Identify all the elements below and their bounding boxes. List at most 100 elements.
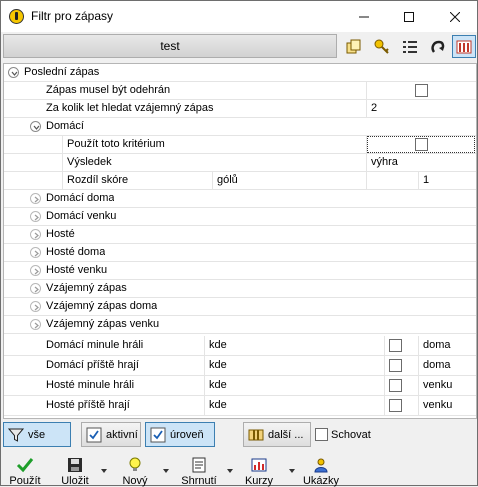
more-label: další ... xyxy=(268,428,304,441)
criterion-value[interactable]: doma xyxy=(418,356,476,376)
odds-dropdown-arrow-icon[interactable] xyxy=(289,469,295,473)
title-bar: Filtr pro zápasy xyxy=(1,1,477,32)
expand-right-icon[interactable] xyxy=(30,229,41,240)
summary-label: Shrnutí xyxy=(181,475,217,487)
criterion-label: Zápas musel být odehrán xyxy=(46,84,171,96)
new-button[interactable]: Nový xyxy=(117,451,153,487)
criterion-value[interactable]: doma xyxy=(418,336,476,356)
group-label: Hosté xyxy=(46,228,75,240)
expand-right-icon[interactable] xyxy=(30,283,41,294)
criterion-mode[interactable]: kde xyxy=(204,356,384,376)
expand-down-icon[interactable] xyxy=(30,121,41,132)
criterion-unit: gólů xyxy=(212,172,366,190)
save-dropdown-arrow-icon[interactable] xyxy=(101,469,107,473)
show-all-button[interactable]: vše xyxy=(3,422,71,447)
group-label: Vzájemný zápas doma xyxy=(46,300,158,312)
tree-group-domaci[interactable]: Domácí xyxy=(4,118,476,136)
tree-group-collapsed[interactable]: Vzájemný zápas doma xyxy=(4,298,476,316)
columns-icon xyxy=(248,429,264,440)
group-label: Domácí doma xyxy=(46,192,115,204)
criterion-checkbox[interactable] xyxy=(415,84,428,97)
list-settings-icon[interactable] xyxy=(398,35,422,58)
hide-label: Schovat xyxy=(331,428,371,441)
hide-checkbox[interactable] xyxy=(315,428,328,441)
minimize-button[interactable] xyxy=(341,1,386,32)
tree-group-collapsed[interactable]: Domácí doma xyxy=(4,190,476,208)
save-button[interactable]: Uložit xyxy=(57,451,93,487)
filter-bar: vše aktivní úroveň další ... Schovat xyxy=(3,422,477,448)
expand-right-icon[interactable] xyxy=(30,319,41,330)
tree-group-collapsed[interactable]: Domácí venku xyxy=(4,208,476,226)
copy-icon[interactable] xyxy=(342,35,366,58)
odds-button[interactable]: Kurzy xyxy=(241,451,277,487)
criterion-spacer xyxy=(366,172,418,190)
criterion-value[interactable]: venku xyxy=(418,396,476,416)
apply-label: Použít xyxy=(9,475,41,487)
criterion-label: Hosté minule hráli xyxy=(46,379,135,391)
criterion-checkbox[interactable] xyxy=(389,359,402,372)
checkbox-list-icon xyxy=(150,427,166,442)
show-all-label: vše xyxy=(28,428,46,441)
criterion-value[interactable]: venku xyxy=(418,376,476,396)
apply-button[interactable]: Použít xyxy=(7,451,43,487)
tree-group-collapsed[interactable]: Hosté venku xyxy=(4,262,476,280)
group-label: Poslední zápas xyxy=(24,66,100,78)
key-icon[interactable] xyxy=(370,35,394,58)
summary-button[interactable]: Shrnutí xyxy=(177,451,221,487)
criterion-value-cell[interactable] xyxy=(384,356,418,376)
tree-row: Rozdíl skóre gólů 1 xyxy=(4,172,476,190)
odds-chart-icon xyxy=(251,455,267,475)
samples-button[interactable]: Ukázky xyxy=(301,451,341,487)
criterion-value[interactable]: 2 xyxy=(366,100,476,118)
criterion-checkbox[interactable] xyxy=(389,339,402,352)
expand-right-icon[interactable] xyxy=(30,247,41,258)
summary-dropdown-arrow-icon[interactable] xyxy=(227,469,233,473)
checkbox-icon xyxy=(86,427,102,442)
app-icon xyxy=(9,9,24,24)
hide-option[interactable]: Schovat xyxy=(315,428,371,441)
use-criterion-checkbox[interactable] xyxy=(415,138,428,151)
tree-group-collapsed[interactable]: Hosté xyxy=(4,226,476,244)
criterion-mode[interactable]: kde xyxy=(204,396,384,416)
criterion-label: Domácí příště hrají xyxy=(46,359,139,371)
criterion-value[interactable]: 1 xyxy=(418,172,476,190)
save-label: Uložit xyxy=(61,475,89,487)
tree-group-collapsed[interactable]: Vzájemný zápas venku xyxy=(4,316,476,334)
tree-group-collapsed[interactable]: Hosté doma xyxy=(4,244,476,262)
criteria-tree: Poslední zápas Zápas musel být odehrán Z… xyxy=(3,63,477,419)
show-active-button[interactable]: aktivní xyxy=(81,422,141,447)
expand-right-icon[interactable] xyxy=(30,301,41,312)
show-level-button[interactable]: úroveň xyxy=(145,422,215,447)
expand-down-icon[interactable] xyxy=(8,67,19,78)
criterion-label: Rozdíl skóre xyxy=(62,172,212,190)
criterion-value-cell[interactable] xyxy=(384,336,418,356)
criterion-value-cell[interactable] xyxy=(366,82,476,100)
floppy-disk-icon xyxy=(67,455,83,475)
toolbar: test xyxy=(3,34,477,59)
columns-icon[interactable] xyxy=(452,35,476,58)
new-dropdown-arrow-icon[interactable] xyxy=(163,469,169,473)
criterion-checkbox[interactable] xyxy=(389,379,402,392)
criterion-value-cell[interactable] xyxy=(384,396,418,416)
tree-group-collapsed[interactable]: Vzájemný zápas xyxy=(4,280,476,298)
checkmark-icon xyxy=(16,455,34,475)
profile-button[interactable]: test xyxy=(3,34,337,58)
criterion-value-cell[interactable] xyxy=(384,376,418,396)
expand-right-icon[interactable] xyxy=(30,265,41,276)
maximize-button[interactable] xyxy=(386,1,431,32)
group-label: Vzájemný zápas xyxy=(46,282,127,294)
criterion-mode[interactable]: kde xyxy=(204,376,384,396)
redo-arrow-icon[interactable] xyxy=(426,35,450,58)
criterion-value-cell[interactable] xyxy=(366,136,476,154)
criterion-value[interactable]: výhra xyxy=(366,154,476,172)
tree-group-root[interactable]: Poslední zápas xyxy=(4,64,476,82)
criterion-checkbox[interactable] xyxy=(389,399,402,412)
criterion-mode[interactable]: kde xyxy=(204,336,384,356)
close-button[interactable] xyxy=(432,1,477,32)
tree-row: Výsledek výhra xyxy=(4,154,476,172)
more-button[interactable]: další ... xyxy=(243,422,311,447)
expand-right-icon[interactable] xyxy=(30,193,41,204)
group-label: Hosté doma xyxy=(46,246,106,258)
expand-right-icon[interactable] xyxy=(30,211,41,222)
criterion-label: Použít toto kritérium xyxy=(62,136,366,154)
